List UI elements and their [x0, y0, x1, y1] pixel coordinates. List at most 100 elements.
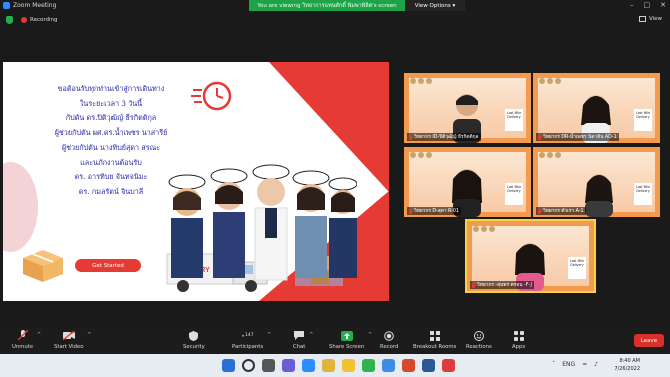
muted-mic-icon: [538, 208, 541, 214]
recording-label: Recording: [30, 17, 58, 23]
record-icon: [383, 330, 395, 341]
reactions-label: Reactions: [466, 344, 492, 350]
chrome-icon[interactable]: [322, 359, 335, 372]
security-button[interactable]: Security: [183, 330, 205, 350]
video-tile[interactable]: Last Mile Delivery วิทยากร ID-ปิติวุฒิญ์…: [404, 73, 531, 143]
chat-label: Chat: [293, 344, 306, 350]
view-button[interactable]: View: [638, 16, 662, 22]
encryption-shield-icon[interactable]: [6, 16, 13, 24]
crew-member-1: [168, 174, 206, 278]
get-started-button[interactable]: Get Started: [75, 259, 141, 272]
participant-name-text: วิทยากร D-สุดา R-01: [414, 209, 460, 214]
shared-screen-slide[interactable]: ขอต้อนรับทุกท่านเข้าสู่การเดินทาง ในระยะ…: [3, 62, 389, 301]
chat-button[interactable]: Chat ^: [293, 330, 313, 350]
share-screen-icon: [340, 330, 353, 341]
chevron-up-icon[interactable]: ^: [87, 332, 91, 338]
apps-button[interactable]: Apps: [512, 330, 525, 350]
video-tile[interactable]: Last Mile Delivery วิทยากร ตัวเรา A-1: [533, 147, 660, 217]
meeting-status-row: Recording View: [0, 12, 670, 28]
apps-icon: [513, 330, 525, 341]
close-icon[interactable]: ✕: [660, 1, 666, 9]
last-mile-sign: Last Mile Delivery: [634, 183, 652, 205]
video-tile[interactable]: Last Mile Delivery วิทยากร D-สุดา R-01: [404, 147, 531, 217]
participant-name: วิทยากร -สุนทร ครอน -F-J: [470, 281, 534, 289]
participants-icon: 147: [241, 330, 254, 341]
video-tile[interactable]: Last Mile Delivery วิทยากร DR-น้ำเพชร นิ…: [533, 73, 660, 143]
reactions-button[interactable]: Reactions: [466, 330, 492, 350]
participants-button[interactable]: 147 Participants ^: [232, 330, 271, 350]
crew-member-5: [328, 177, 357, 278]
language-indicator[interactable]: ENG: [562, 361, 575, 368]
zoom-taskbar-icon[interactable]: [302, 359, 315, 372]
participant-name: วิทยากร ตัวเรา A-1: [536, 207, 586, 215]
breakout-rooms-button[interactable]: Breakout Rooms: [413, 330, 456, 350]
windows-start-icon[interactable]: [222, 359, 235, 372]
wifi-icon[interactable]: ≈: [582, 361, 587, 368]
slide-line: ผู้ช่วยกัปตัน นางทิบย์สุดา สรณะ: [61, 142, 161, 152]
file-explorer-icon[interactable]: [342, 359, 355, 372]
participants-label: Participants: [232, 344, 264, 350]
tile-logos: [410, 152, 432, 158]
parcel-box-icon: [23, 250, 63, 282]
task-view-icon[interactable]: [262, 359, 275, 372]
cabin-crew-illustration: [168, 164, 357, 281]
chevron-up-icon[interactable]: ^: [267, 332, 271, 338]
participant-name: วิทยากร ID-ปิติวุฒิญ์ ธีรกิตติกุล: [407, 133, 481, 141]
participant-name-text: วิทยากร ตัวเรา A-1: [543, 209, 584, 214]
tile-logos: [410, 78, 432, 84]
window-title: Zoom Meeting: [13, 2, 57, 9]
recording-indicator[interactable]: Recording: [21, 15, 58, 25]
microphone-muted-icon: [17, 330, 29, 341]
word-icon[interactable]: [422, 359, 435, 372]
clock[interactable]: 8:40 AM 7/26/2022: [614, 357, 640, 373]
crew-member-2: [210, 168, 248, 278]
muted-mic-icon: [409, 208, 412, 214]
unmute-button[interactable]: Unmute ^: [12, 330, 41, 350]
breakout-rooms-icon: [429, 330, 441, 341]
line-app-icon[interactable]: [362, 359, 375, 372]
muted-mic-icon: [538, 134, 541, 140]
apps-label: Apps: [512, 344, 526, 350]
view-options-label: View Options: [414, 2, 451, 9]
minimize-icon[interactable]: –: [630, 1, 634, 9]
video-off-icon: [62, 330, 75, 341]
participant-name-text: วิทยากร DR-น้ำเพชร นิดาสิน AD-1: [543, 135, 617, 140]
chevron-up-icon[interactable]: ^: [368, 332, 372, 338]
record-button[interactable]: Record: [380, 330, 398, 350]
chevron-up-icon[interactable]: ^: [37, 332, 41, 338]
chevron-up-icon[interactable]: ˆ: [552, 361, 555, 368]
share-screen-button[interactable]: Share Screen ^: [329, 330, 372, 350]
chevron-up-icon[interactable]: ^: [309, 332, 313, 338]
leave-button[interactable]: Leave: [634, 334, 664, 347]
tile-logos: [539, 78, 561, 84]
acrobat-icon[interactable]: [442, 359, 455, 372]
widgets-icon[interactable]: [282, 359, 295, 372]
muted-mic-icon: [472, 282, 475, 288]
slide-line: กัปตัน ดร.ปิติวุฒิญ์ ธีรกิตติกุล: [65, 113, 157, 123]
participant-name-text: วิทยากร -สุนทร ครอน -F-J: [477, 283, 532, 288]
clock-time: 8:40 AM: [619, 358, 640, 364]
start-video-button[interactable]: Start Video ^: [54, 330, 91, 350]
shield-icon: [188, 330, 200, 341]
tile-logos: [473, 226, 495, 232]
grid-view-icon: [638, 16, 646, 22]
maximize-icon[interactable]: □: [644, 1, 651, 9]
fast-delivery-clock-icon: [191, 81, 232, 111]
powerpoint-icon[interactable]: [402, 359, 415, 372]
chat-bubble-icon: [293, 330, 305, 341]
edge-icon[interactable]: [382, 359, 395, 372]
view-options-button[interactable]: View Options ▾: [405, 0, 465, 11]
reaction-smiley-icon: [473, 330, 485, 341]
zoom-app-icon: [3, 2, 10, 9]
muted-mic-icon: [409, 134, 412, 140]
participant-name: วิทยากร DR-น้ำเพชร นิดาสิน AD-1: [536, 133, 619, 141]
clock-date: 7/26/2022: [614, 366, 640, 372]
meeting-toolbar: Unmute ^ Start Video ^ Security 147 Part…: [0, 327, 670, 354]
windows-taskbar: ˆ ENG ≈ ♪ 8:40 AM 7/26/2022: [0, 354, 670, 377]
last-mile-sign: Last Mile Delivery: [634, 109, 652, 131]
volume-icon[interactable]: ♪: [594, 361, 598, 368]
last-mile-sign: Last Mile Delivery: [505, 183, 523, 205]
search-icon[interactable]: [242, 359, 255, 372]
video-tile-active-speaker[interactable]: Last Mile Delivery วิทยากร -สุนทร ครอน -…: [465, 219, 596, 293]
last-mile-sign: Last Mile Delivery: [568, 257, 586, 279]
